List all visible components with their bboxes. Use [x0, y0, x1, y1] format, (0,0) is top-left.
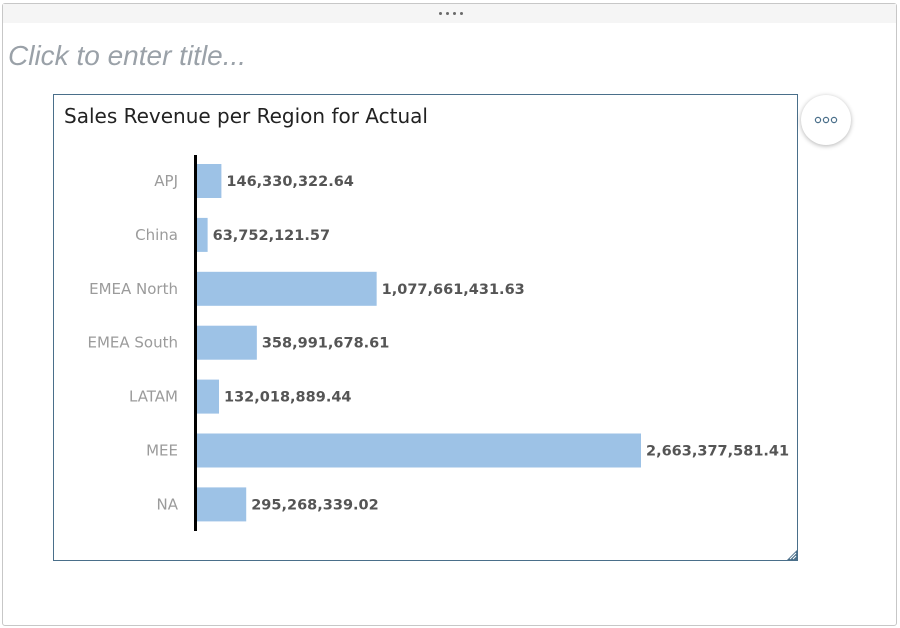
value-label: 358,991,678.61	[262, 336, 390, 352]
bar-latam[interactable]	[197, 379, 220, 414]
value-label: 146,330,322.64	[226, 174, 354, 190]
bar-china[interactable]	[197, 217, 208, 252]
category-label: NA	[157, 495, 179, 513]
bar-emea-north[interactable]	[197, 271, 377, 306]
more-horizontal-icon	[814, 116, 838, 124]
category-label: EMEA South	[87, 334, 178, 352]
category-label: LATAM	[129, 388, 178, 406]
resize-corner-icon[interactable]	[787, 550, 797, 560]
bar-apj[interactable]	[197, 164, 222, 198]
value-label: 132,018,889.44	[224, 390, 352, 406]
chart-widget[interactable]: Sales Revenue per Region for Actual APJ 1…	[53, 94, 798, 561]
value-label: 63,752,121.57	[213, 228, 330, 244]
value-label: 2,663,377,581.41	[646, 444, 789, 460]
bar-emea-south[interactable]	[197, 325, 257, 360]
page-top-strip	[3, 4, 896, 23]
value-label: 1,077,661,431.63	[382, 282, 525, 298]
value-label: 295,268,339.02	[251, 497, 379, 513]
category-label: China	[135, 226, 178, 244]
page-title-input[interactable]: Click to enter title...	[8, 40, 246, 72]
more-options-button[interactable]	[801, 95, 851, 145]
category-label: MEE	[146, 442, 178, 460]
category-label: APJ	[154, 172, 178, 190]
category-label: EMEA North	[89, 280, 178, 298]
bar-mee[interactable]	[197, 433, 641, 468]
drag-handle-icon[interactable]	[439, 10, 463, 16]
bar-chart: APJ 146,330,322.64 China 63,752,121.57 EMEA …	[87, 155, 789, 531]
bar-na[interactable]	[197, 487, 247, 522]
